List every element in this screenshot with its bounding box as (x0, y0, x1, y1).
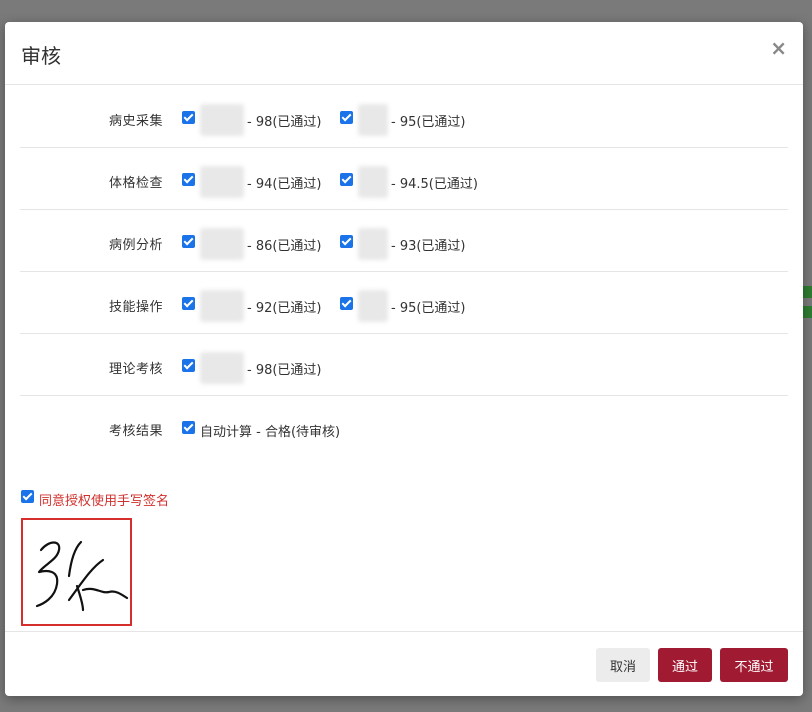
examiner-checkbox[interactable] (182, 297, 195, 310)
close-icon[interactable]: × (770, 38, 787, 58)
exam-row-theory: 理论考核 - 98(已通过) (20, 333, 788, 396)
score-text: - 86(已通过) (247, 239, 322, 254)
examiner-name-redacted (200, 290, 244, 322)
score-text: - 93(已通过) (391, 239, 466, 254)
examiner-checkbox[interactable] (340, 173, 353, 186)
dialog-header: 审核 × (5, 22, 803, 85)
dialog-footer: 取消 通过 不通过 (5, 631, 803, 697)
examiner-checkbox[interactable] (182, 111, 195, 124)
examiner-name-redacted (200, 352, 244, 384)
examiner-name-redacted (358, 290, 388, 322)
examiner-name-redacted (358, 104, 388, 136)
examiner-checkbox[interactable] (340, 235, 353, 248)
examiner-checkbox[interactable] (182, 235, 195, 248)
reject-button[interactable]: 不通过 (720, 648, 788, 682)
examiner-checkbox[interactable] (340, 111, 353, 124)
row-label: 体格检查 (109, 176, 164, 191)
dialog-body: 病史采集 - 98(已通过) - 95(已通过) 体格检查 - 94(已通过) (5, 85, 803, 631)
examiner-checkbox[interactable] (340, 297, 353, 310)
signature-consent-label: 同意授权使用手写签名 (39, 494, 170, 509)
row-label: 技能操作 (109, 300, 164, 315)
score-text: - 95(已通过) (391, 301, 466, 316)
approve-button[interactable]: 通过 (658, 648, 712, 682)
exam-row-physical: 体格检查 - 94(已通过) - 94.5(已通过) (20, 147, 788, 210)
score-text: - 94(已通过) (247, 177, 322, 192)
row-label: 病例分析 (109, 238, 164, 253)
row-label: 理论考核 (109, 362, 164, 377)
cancel-button[interactable]: 取消 (596, 648, 650, 682)
exam-row-skills: 技能操作 - 92(已通过) - 95(已通过) (20, 271, 788, 334)
signature-drawing (35, 540, 129, 612)
dialog-title: 审核 (21, 44, 61, 68)
signature-consent-checkbox[interactable] (21, 490, 34, 503)
review-dialog: 审核 × 病史采集 - 98(已通过) - 95(已通过) 体格检查 - 94(… (5, 22, 803, 696)
handwritten-signature (21, 518, 132, 626)
score-text: - 98(已通过) (247, 115, 322, 130)
row-label: 考核结果 (109, 424, 164, 439)
exam-row-case-analysis: 病例分析 - 86(已通过) - 93(已通过) (20, 209, 788, 272)
exam-row-history: 病史采集 - 98(已通过) - 95(已通过) (20, 85, 788, 148)
row-label: 病史采集 (109, 114, 164, 129)
examiner-checkbox[interactable] (182, 359, 195, 372)
result-text: 自动计算 - 合格(待审核) (200, 425, 341, 440)
examiner-name-redacted (200, 228, 244, 260)
score-text: - 92(已通过) (247, 301, 322, 316)
score-text: - 98(已通过) (247, 363, 322, 378)
exam-row-result: 考核结果 自动计算 - 合格(待审核) (20, 395, 788, 457)
auto-calc-checkbox[interactable] (182, 421, 195, 434)
score-text: - 95(已通过) (391, 115, 466, 130)
score-text: - 94.5(已通过) (391, 177, 478, 192)
examiner-name-redacted (358, 228, 388, 260)
examiner-name-redacted (358, 166, 388, 198)
examiner-checkbox[interactable] (182, 173, 195, 186)
examiner-name-redacted (200, 166, 244, 198)
examiner-name-redacted (200, 104, 244, 136)
